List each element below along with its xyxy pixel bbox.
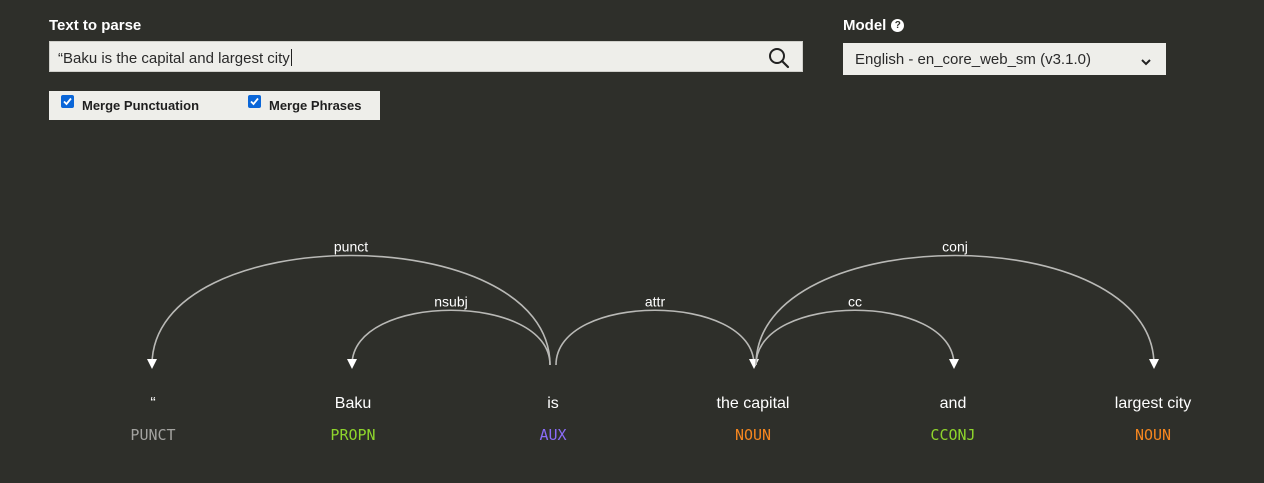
token-pos-tag: CCONJ — [930, 426, 975, 444]
dependency-label-nsubj: nsubj — [434, 293, 467, 309]
dependency-arrow-cc — [949, 359, 959, 369]
dependency-label-punct: punct — [334, 239, 368, 255]
dependency-label-cc: cc — [848, 293, 862, 309]
token-pos-tag: NOUN — [1135, 426, 1171, 444]
dependency-arc-punct — [151, 254, 551, 366]
dependency-arc-cc — [755, 309, 955, 366]
dependency-label-conj: conj — [942, 239, 968, 255]
token-word: largest city — [1115, 395, 1191, 412]
dependency-arrow-attr — [749, 359, 759, 369]
token-word: is — [547, 395, 559, 412]
dependency-arc-conj — [755, 254, 1155, 366]
dependency-arc-attr — [555, 309, 755, 366]
dependency-label-attr: attr — [645, 293, 666, 309]
token-word: Baku — [335, 395, 371, 412]
token-pos-tag: AUX — [539, 426, 566, 444]
dependency-arrow-nsubj — [347, 359, 357, 369]
dependency-arrow-punct — [147, 359, 157, 369]
dependency-arc-nsubj — [351, 309, 551, 366]
token-pos-tag: NOUN — [735, 426, 771, 444]
dependency-parse-diagram: punct nsubj attr cc conj “ PUNCT Baku PROPN is AUX… — [130, 239, 1191, 445]
token-word: “ — [150, 395, 155, 412]
token-word: the capital — [717, 395, 790, 412]
token-pos-tag: PROPN — [330, 426, 375, 444]
token-word: and — [940, 395, 967, 412]
dependency-arrow-conj — [1149, 359, 1159, 369]
token-pos-tag: PUNCT — [130, 426, 175, 444]
